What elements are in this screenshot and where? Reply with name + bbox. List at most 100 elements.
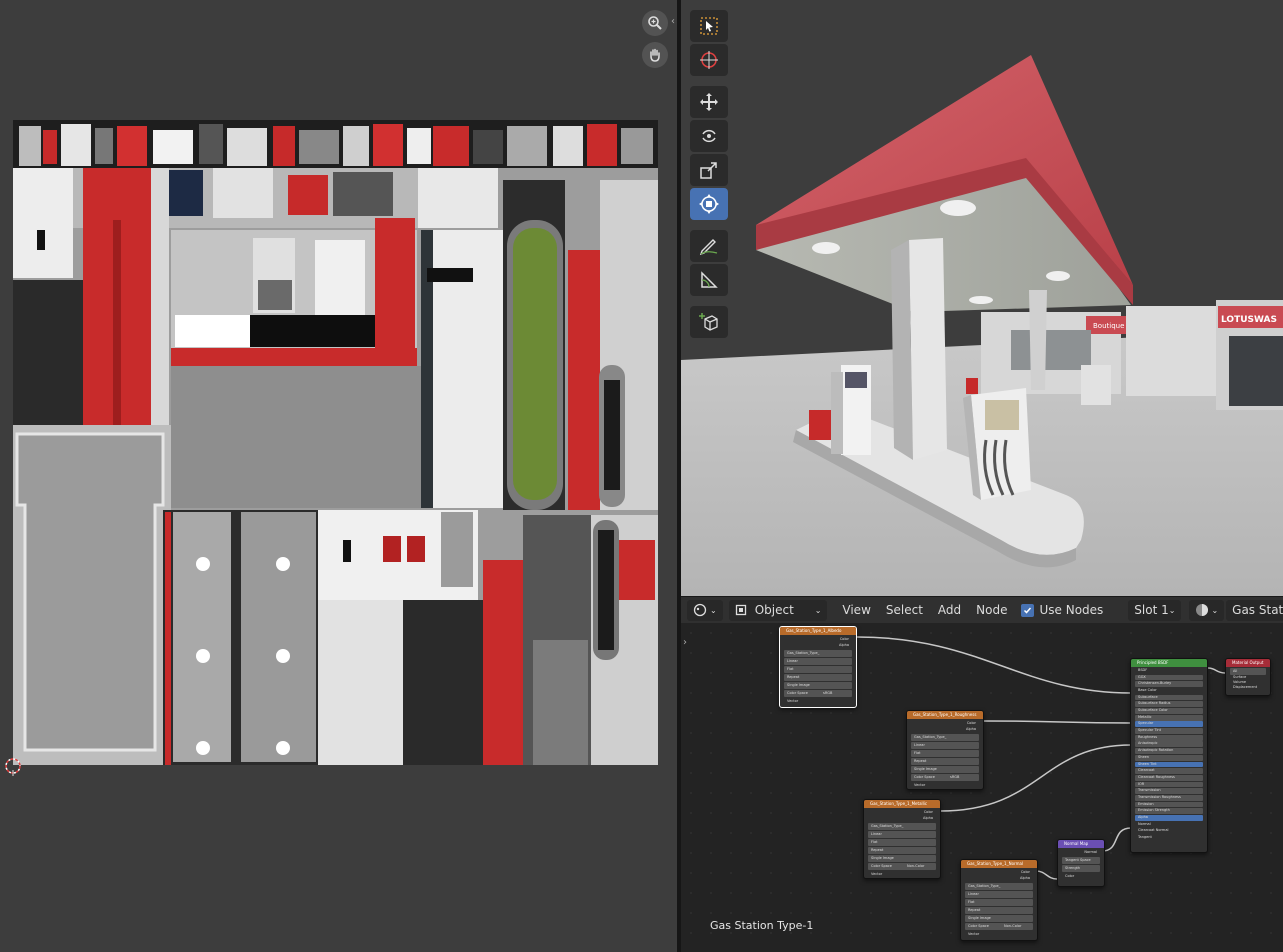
2d-cursor-icon[interactable]	[3, 756, 23, 776]
input-color: Color	[1065, 874, 1075, 878]
bsdf-socket[interactable]: Clearcoat Roughness	[1135, 774, 1203, 781]
node-principled-bsdf[interactable]: Principled BSDF BSDF GGX Christensen-Burle…	[1130, 658, 1208, 853]
color-space-dropdown[interactable]: Color Space sRGB	[911, 774, 979, 781]
strength-field[interactable]: Strength	[1062, 865, 1100, 872]
3d-viewport[interactable]: Boutique LOTUSWAS	[681, 0, 1283, 596]
color-space-dropdown[interactable]: Color Space sRGB	[784, 690, 852, 697]
object-icon	[735, 604, 746, 616]
input-vector: Vector	[914, 783, 926, 787]
menu-add[interactable]: Add	[938, 603, 961, 617]
bsdf-socket[interactable]: Specular	[1135, 721, 1203, 728]
bsdf-socket[interactable]: Roughness	[1135, 734, 1203, 741]
node-image-texture-metallic[interactable]: Gas_Station_Type_1_Metallic Color Alpha …	[863, 799, 941, 879]
bsdf-socket[interactable]: Subsurface Color	[1135, 708, 1203, 714]
output-alpha: Alpha	[923, 816, 933, 820]
bsdf-socket[interactable]: Emission	[1135, 801, 1203, 808]
bsdf-socket[interactable]: Emission Strength	[1135, 808, 1203, 815]
bsdf-socket[interactable]: Tangent	[1135, 835, 1203, 841]
output-alpha: Alpha	[839, 643, 849, 647]
editor-type-dropdown[interactable]: ⌄	[687, 599, 723, 621]
output-normal: Normal	[1084, 850, 1097, 854]
bsdf-socket[interactable]: GGX	[1135, 674, 1203, 681]
add-cube-tool[interactable]	[690, 306, 728, 338]
zoom-button[interactable]	[642, 10, 668, 36]
annotate-tool[interactable]	[690, 230, 728, 262]
bsdf-socket[interactable]: Alpha	[1135, 815, 1203, 821]
bsdf-socket[interactable]: IOR	[1135, 781, 1203, 788]
pan-button[interactable]	[642, 42, 668, 68]
image-selector[interactable]: Gas_Station_Type_	[868, 823, 936, 830]
zoom-icon	[648, 16, 662, 30]
bsdf-socket[interactable]: BSDF	[1135, 668, 1203, 674]
color-space-dropdown[interactable]: Color Space Non-Color	[868, 863, 936, 870]
material-browse-button[interactable]: ⌄	[1189, 599, 1225, 621]
space-dropdown[interactable]: Tangent Space	[1062, 857, 1100, 864]
bsdf-socket[interactable]: Specular Tint	[1135, 728, 1203, 734]
gas-station-render: Boutique LOTUSWAS	[681, 55, 1283, 596]
node-normal-map[interactable]: Normal Map Normal Tangent Space Strength…	[1057, 839, 1105, 887]
source-dropdown[interactable]: Single Image	[965, 915, 1033, 922]
bsdf-socket[interactable]: Anisotropic	[1135, 741, 1203, 748]
boutique-sign: Boutique	[1093, 322, 1124, 330]
node-image-texture-roughness[interactable]: Gas_Station_Type_1_Roughness Color Alpha…	[906, 710, 984, 790]
menu-node[interactable]: Node	[976, 603, 1007, 617]
uv-texture-image[interactable]	[13, 120, 658, 765]
image-selector[interactable]: Gas_Station_Type_	[965, 883, 1033, 890]
bsdf-socket[interactable]: Christensen-Burley	[1135, 681, 1203, 688]
color-space-dropdown[interactable]: Color Space Non-Color	[965, 923, 1033, 930]
slot-dropdown[interactable]: Slot 1 ⌄	[1128, 599, 1182, 621]
rotate-tool[interactable]	[690, 120, 728, 152]
node-image-texture-albedo[interactable]: Gas_Station_Type_1_Albedo Color Alpha Ga…	[779, 626, 857, 708]
bsdf-socket[interactable]: Transmission	[1135, 788, 1203, 795]
bsdf-socket[interactable]: Sheen Tint	[1135, 761, 1203, 768]
use-nodes-toggle[interactable]: Use Nodes	[1021, 603, 1103, 617]
extension-dropdown[interactable]: Repeat	[911, 758, 979, 765]
cursor-tool[interactable]	[690, 44, 728, 76]
projection-dropdown[interactable]: Flat	[784, 666, 852, 673]
image-selector[interactable]: Gas_Station_Type_	[911, 734, 979, 741]
rotate-icon	[702, 129, 716, 143]
bsdf-socket[interactable]: Subsurface	[1135, 694, 1203, 701]
projection-dropdown[interactable]: Flat	[965, 899, 1033, 906]
bsdf-socket[interactable]: Clearcoat	[1135, 768, 1203, 774]
extension-dropdown[interactable]: Repeat	[965, 907, 1033, 914]
node-title: Material Output	[1226, 659, 1270, 667]
material-name-field[interactable]: Gas Station Ty	[1226, 599, 1283, 621]
projection-dropdown[interactable]: Flat	[868, 839, 936, 846]
node-material-output[interactable]: Material Output All Surface Volume Displ…	[1225, 658, 1271, 696]
source-dropdown[interactable]: Single Image	[868, 855, 936, 862]
transform-tool[interactable]	[690, 188, 728, 220]
menu-view[interactable]: View	[842, 603, 870, 617]
interpolation-dropdown[interactable]: Linear	[784, 658, 852, 665]
uv-editor[interactable]: ‹	[0, 0, 677, 952]
bsdf-socket[interactable]: Sheen	[1135, 754, 1203, 761]
node-title: Normal Map	[1058, 840, 1104, 848]
projection-dropdown[interactable]: Flat	[911, 750, 979, 757]
bsdf-socket[interactable]: Transmission Roughness	[1135, 794, 1203, 801]
scale-tool[interactable]	[690, 154, 728, 186]
chevron-down-icon: ⌄	[814, 605, 822, 615]
measure-tool[interactable]	[690, 264, 728, 296]
hand-icon	[650, 48, 660, 62]
extension-dropdown[interactable]: Repeat	[784, 674, 852, 681]
bsdf-socket-list: BSDF GGX Christensen-Burley Base Color Subsu…	[1131, 668, 1207, 841]
interpolation-dropdown[interactable]: Linear	[911, 742, 979, 749]
bsdf-socket[interactable]: Metallic	[1135, 714, 1203, 721]
bsdf-socket[interactable]: Normal	[1135, 822, 1203, 828]
extension-dropdown[interactable]: Repeat	[868, 847, 936, 854]
bsdf-socket[interactable]: Base Color	[1135, 688, 1203, 694]
bsdf-socket[interactable]: Anisotropic Rotation	[1135, 748, 1203, 754]
source-dropdown[interactable]: Single Image	[911, 766, 979, 773]
source-dropdown[interactable]: Single Image	[784, 682, 852, 689]
bsdf-socket[interactable]: Clearcoat Normal	[1135, 828, 1203, 834]
interpolation-dropdown[interactable]: Linear	[965, 891, 1033, 898]
object-mode-dropdown[interactable]: Object ⌄	[728, 599, 828, 621]
menu-select[interactable]: Select	[886, 603, 923, 617]
interpolation-dropdown[interactable]: Linear	[868, 831, 936, 838]
move-tool[interactable]	[690, 86, 728, 118]
image-selector[interactable]: Gas_Station_Type_	[784, 650, 852, 657]
select-box-tool[interactable]	[690, 10, 728, 42]
bsdf-socket[interactable]: Subsurface Radius	[1135, 701, 1203, 708]
node-editor-canvas[interactable]: › Gas_Station_Type_1_Albedo Color Alpha …	[681, 623, 1283, 952]
node-image-texture-normal[interactable]: Gas_Station_Type_1_Normal Color Alpha Ga…	[960, 859, 1038, 941]
